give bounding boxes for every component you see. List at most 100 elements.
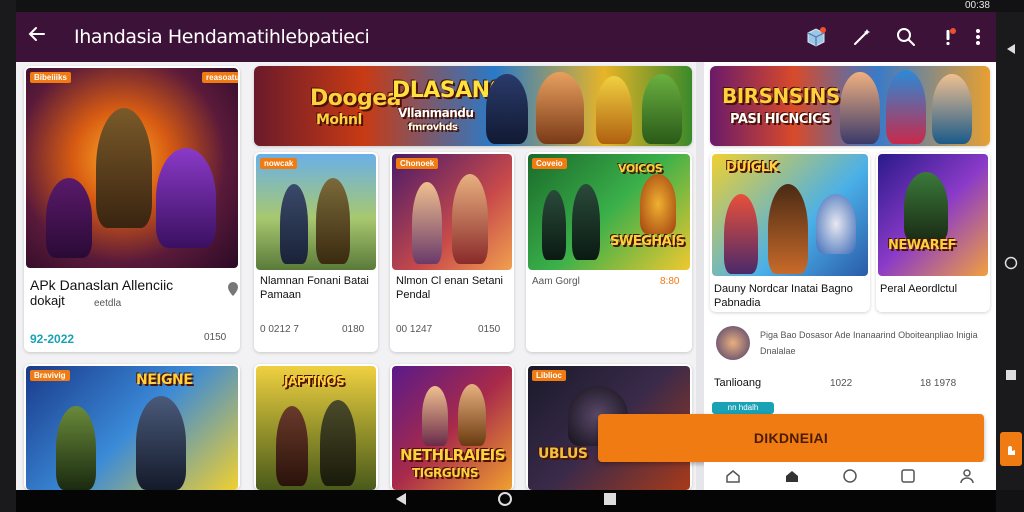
system-recents-button[interactable]	[603, 492, 617, 511]
banner-line1: Doogea	[310, 86, 402, 111]
rail-action-button[interactable]	[1000, 432, 1022, 466]
banner-subtitle: fmrovhds	[408, 122, 458, 133]
chat-icon	[843, 469, 857, 483]
status-bar: 00:38	[16, 0, 996, 12]
hero-figure	[572, 184, 600, 260]
card-title: Peral Aeordlctul	[880, 283, 958, 295]
promo-banner[interactable]: Doogea DLASANS Mohnl Vllanmandu fmrovhds	[254, 66, 692, 146]
featured-art: Bibeiiiks reasoatu	[26, 68, 238, 268]
game-art: DUIGLK	[712, 154, 868, 276]
hero-figure	[536, 72, 584, 144]
home-icon	[785, 471, 798, 482]
featured-price: 92-2022	[30, 332, 75, 346]
featured-rating: 0150	[204, 332, 227, 343]
hero-figure	[904, 172, 948, 242]
system-back-button[interactable]	[395, 492, 407, 511]
banner-line2: PASI HICNCICS	[730, 112, 831, 127]
box-icon	[807, 27, 826, 47]
rail-home-button[interactable]	[1000, 252, 1022, 274]
hero-figure	[96, 108, 152, 228]
game-art: NEWAREF	[878, 154, 988, 276]
nav-profile[interactable]	[957, 466, 977, 486]
hero-figure	[596, 76, 632, 144]
pin-icon	[228, 282, 238, 296]
search-icon	[897, 28, 915, 46]
game-card[interactable]: DUIGLK Dauny Nordcar Inatai Bagno Pabnad…	[710, 152, 870, 312]
art-label: SWEGHAIS	[610, 234, 685, 249]
game-card[interactable]: Coveio VOICOS SWEGHAIS Aam Gorgl 8:80	[526, 152, 692, 352]
art-label: NEWAREF	[888, 238, 956, 253]
device-side-rail	[996, 12, 1024, 490]
featured-title: APk Danaslan Allenciic	[30, 277, 174, 293]
card-tag: Coveio	[532, 158, 567, 169]
bottom-nav	[704, 462, 996, 490]
gesture-icon	[1008, 446, 1015, 455]
card-price: 00 1247	[396, 324, 433, 335]
search-button[interactable]	[892, 23, 920, 51]
store-button[interactable]	[802, 23, 830, 51]
banner-line3: Mohnl	[316, 112, 362, 128]
circle-home-icon	[498, 491, 512, 506]
hero-figure	[316, 178, 350, 264]
art-label: NETHLRAIEIS	[400, 446, 506, 464]
featured-tag: Bibeiiiks	[30, 72, 71, 83]
featured-subtitle: dokajt	[30, 293, 65, 308]
wand-icon	[854, 29, 870, 45]
square-recents-icon	[604, 492, 616, 505]
hero-figure	[276, 406, 308, 486]
hero-figure	[320, 400, 356, 486]
game-card[interactable]: NETHLRAIEIS TIGRGUNS	[390, 364, 514, 490]
game-card[interactable]: JAPTINOS	[254, 364, 378, 490]
hero-figure	[422, 386, 448, 446]
nav-home[interactable]	[782, 466, 802, 486]
notifications-button[interactable]	[934, 23, 962, 51]
triangle-icon	[1007, 44, 1015, 54]
hero-figure	[840, 72, 880, 144]
info-chip[interactable]: nn hdalh	[712, 402, 774, 414]
system-nav-bar	[16, 490, 996, 512]
shield-figure	[816, 194, 856, 254]
rail-recents-button[interactable]	[1000, 364, 1022, 386]
hero-figure	[768, 184, 808, 274]
card-tag: nowcak	[260, 158, 298, 169]
nav-chat[interactable]	[840, 466, 860, 486]
corner-tag: reasoatu	[202, 72, 238, 83]
home-outline-icon	[726, 470, 740, 483]
nav-library[interactable]	[898, 466, 918, 486]
hero-figure	[642, 74, 682, 144]
card-title: Nlamnan Fonani Batai	[260, 275, 369, 287]
game-card[interactable]: NEWAREF Peral Aeordlctul	[876, 152, 990, 312]
game-card[interactable]: Chonoek Nlmon Cl enan Setani Pendal 00 1…	[390, 152, 514, 352]
magic-button[interactable]	[848, 23, 876, 51]
game-card[interactable]: Bravivig NEIGNE	[24, 364, 240, 490]
hero-figure	[932, 74, 972, 144]
card-title: Dauny Nordcar Inatai Bagno	[714, 283, 853, 295]
hero-figure	[886, 70, 926, 144]
game-card[interactable]: nowcak Nlamnan Fonani Batai Pamaan 0 021…	[254, 152, 378, 352]
card-rating: 0150	[478, 324, 501, 335]
nav-home-outline[interactable]	[723, 466, 743, 486]
info-row-b: 18 1978	[920, 378, 957, 389]
card-tag: Bravivig	[30, 370, 70, 381]
hero-figure	[280, 184, 308, 264]
card-subtitle: Pendal	[396, 289, 431, 301]
back-button[interactable]	[24, 24, 50, 50]
art-label: DUIGLK	[726, 160, 779, 175]
hero-figure	[486, 74, 528, 144]
app-bar: Ihandasia Hendamatihlebpatieci	[16, 12, 996, 62]
overflow-menu-button[interactable]	[964, 23, 992, 51]
device-bezel	[0, 0, 16, 512]
system-home-button[interactable]	[497, 491, 513, 512]
hero-figure	[542, 190, 566, 260]
card-subtitle: Pabnadia	[714, 297, 761, 309]
rail-back-button[interactable]	[1000, 38, 1022, 60]
avatar[interactable]	[716, 326, 750, 360]
circle-icon	[1004, 256, 1018, 270]
card-subtitle: Pamaan	[260, 289, 301, 301]
promo-banner[interactable]: BIRSNSINS PASI HICNCICS	[710, 66, 990, 146]
art-top-label: VOICOS	[618, 162, 663, 175]
primary-cta-button[interactable]: DIKDNEIAI	[598, 414, 984, 462]
banner-line1: BIRSNSINS	[722, 84, 840, 108]
people-icon	[960, 469, 974, 484]
featured-card[interactable]: Bibeiiiks reasoatu APk Danaslan Allencii…	[24, 66, 240, 352]
